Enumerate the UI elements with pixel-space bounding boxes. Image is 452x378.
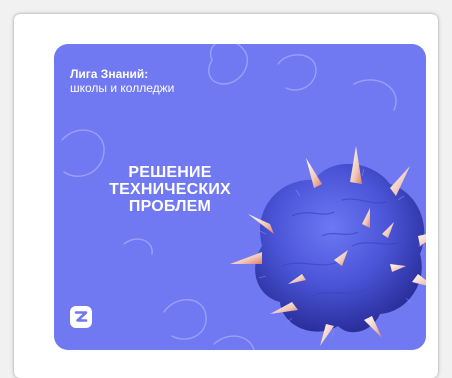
brand-block: Лига Знаний: школы и колледжи <box>70 67 175 96</box>
headline: РЕШЕНИЕ ТЕХНИЧЕСКИХ ПРОБЛЕМ <box>98 164 242 215</box>
content-card: Лига Знаний: школы и колледжи РЕШЕНИЕ ТЕ… <box>14 14 438 378</box>
headline-line-3: ПРОБЛЕМ <box>128 198 212 215</box>
headline-line-1: РЕШЕНИЕ <box>128 164 212 181</box>
brand-name: Лига Знаний: <box>70 67 149 81</box>
promo-banner[interactable]: Лига Знаний: школы и колледжи РЕШЕНИЕ ТЕ… <box>54 44 426 350</box>
page: Лига Знаний: школы и колледжи РЕШЕНИЕ ТЕ… <box>0 0 452 378</box>
headline-line-2: ТЕХНИЧЕСКИХ <box>109 181 231 198</box>
spiky-brain-icon <box>230 146 426 346</box>
z-logo-icon <box>70 306 92 328</box>
brand-subtitle: школы и колледжи <box>70 80 175 95</box>
